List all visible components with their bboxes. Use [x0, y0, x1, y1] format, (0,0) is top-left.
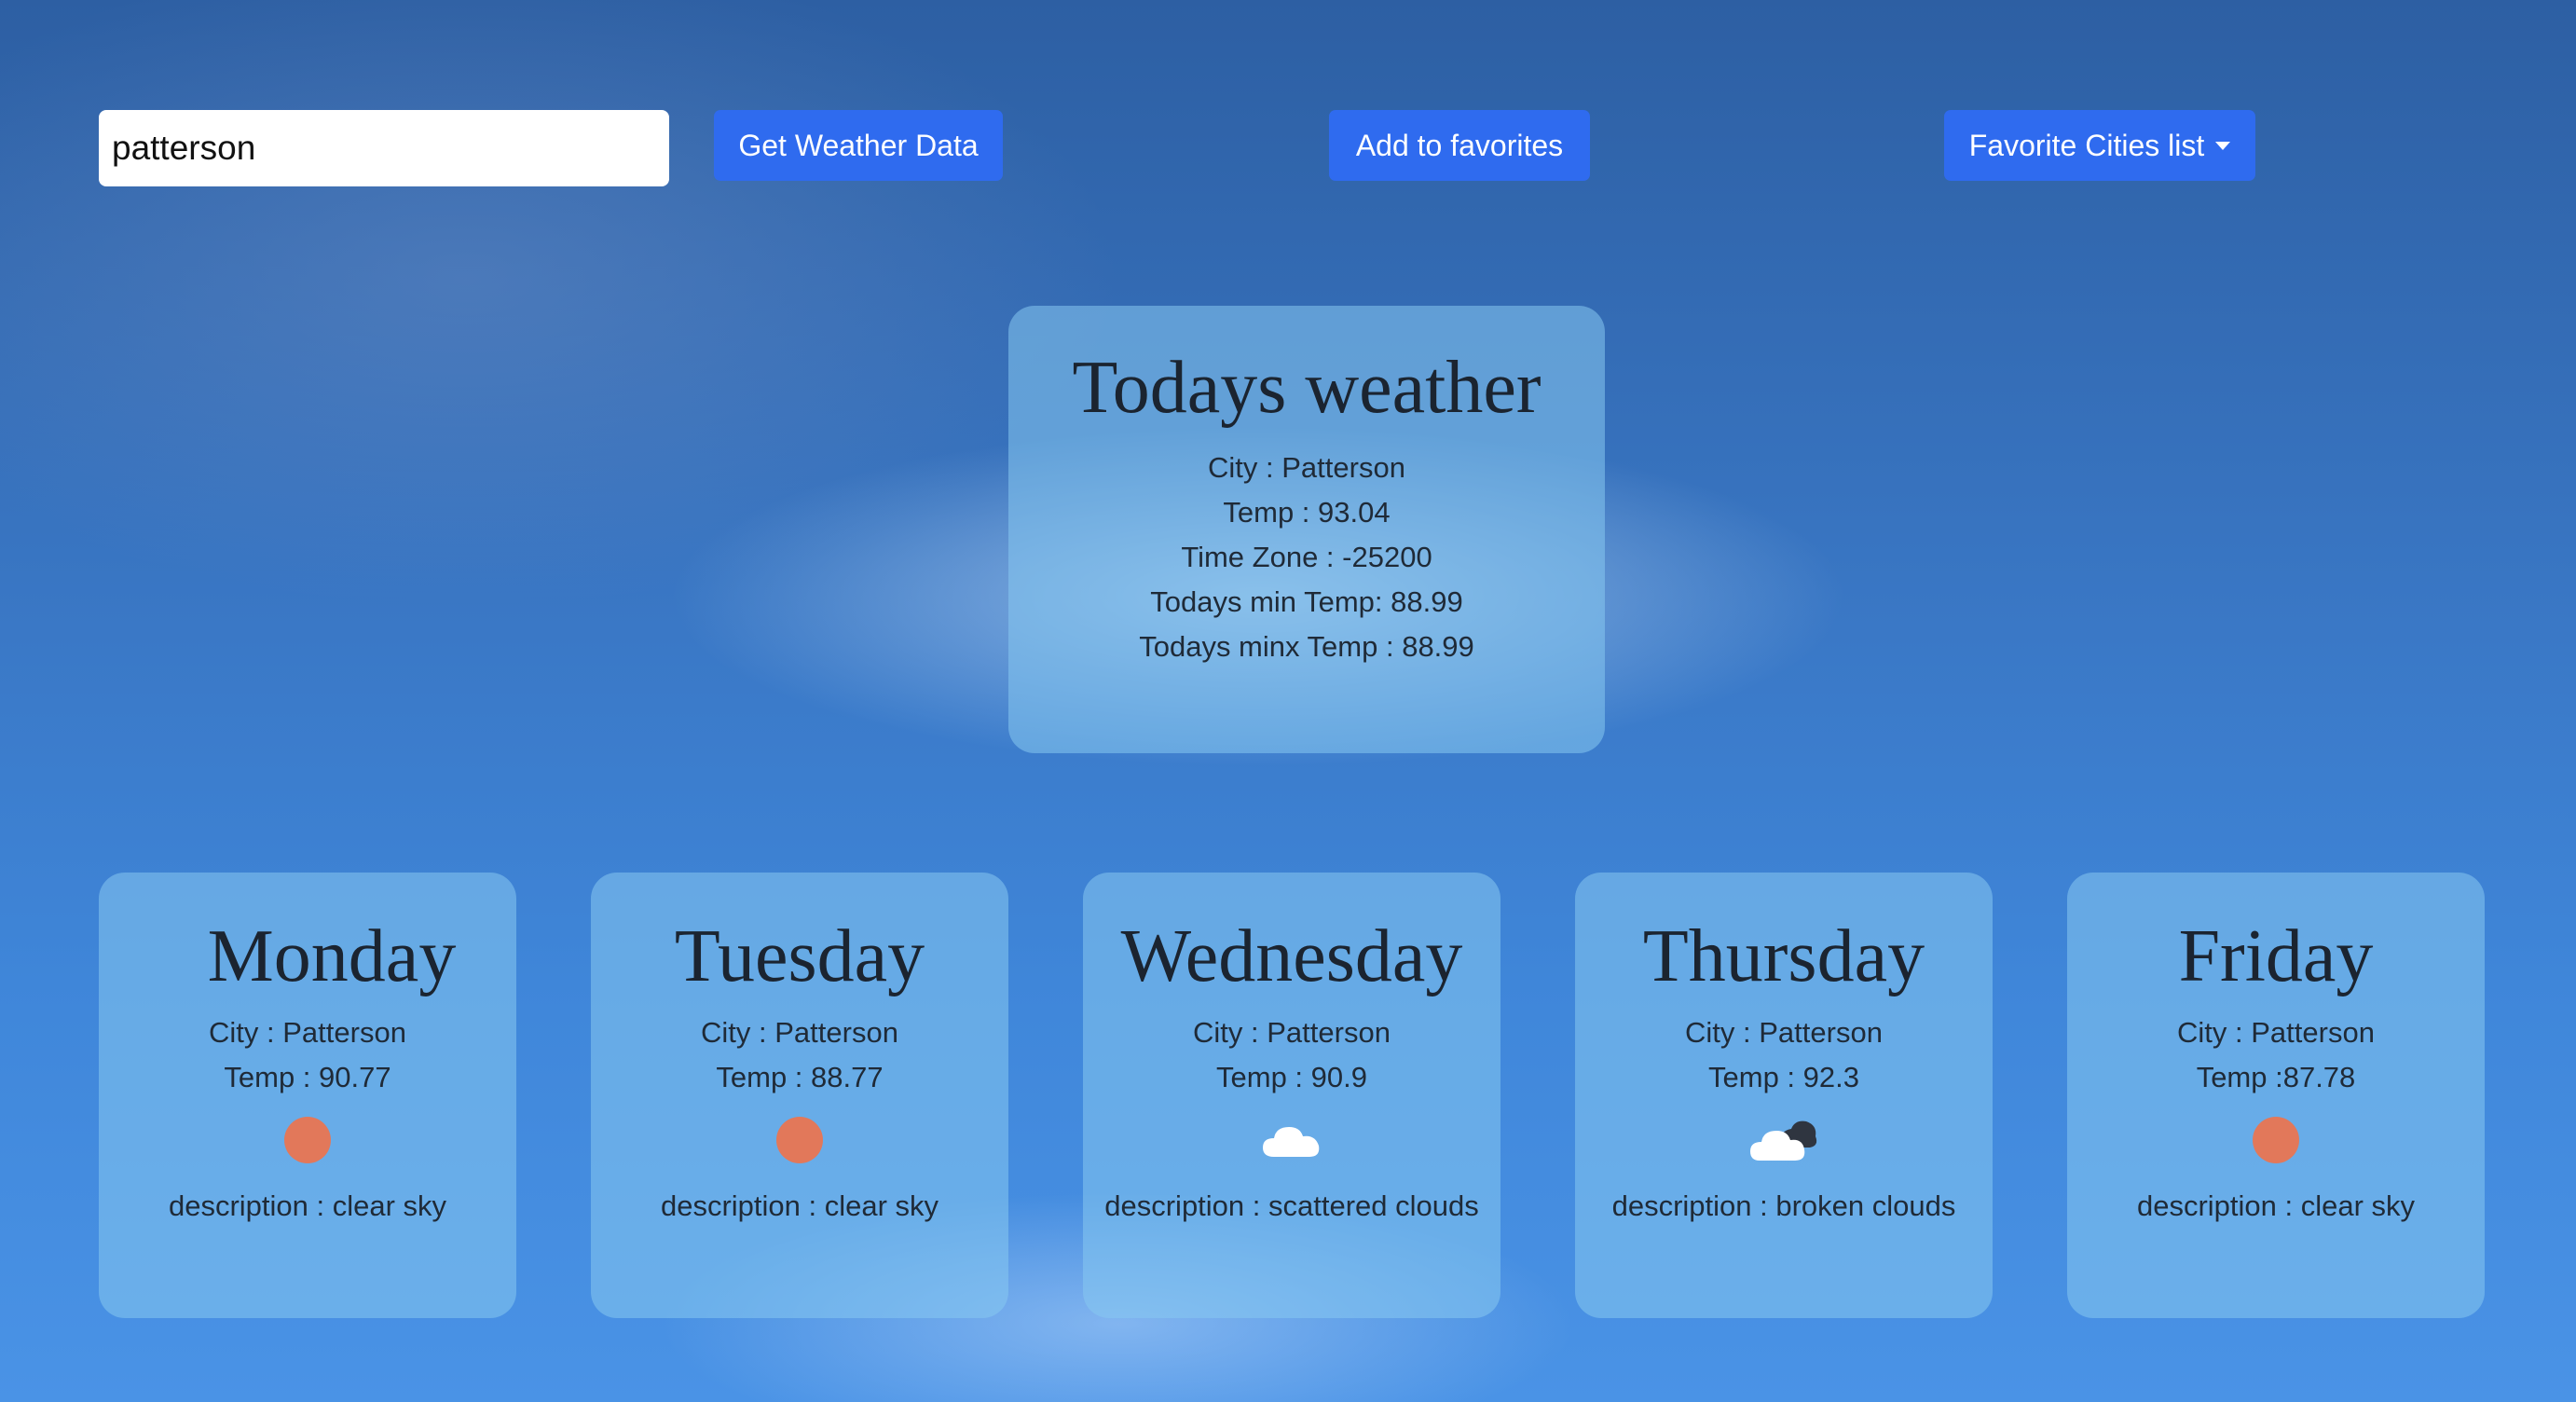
forecast-city: City : Patterson: [209, 1016, 406, 1049]
forecast-card-tuesday: Tuesday City : Patterson Temp : 88.77 de…: [591, 873, 1008, 1318]
forecast-day: Friday: [2178, 915, 2374, 997]
forecast-city: City : Patterson: [1193, 1016, 1391, 1049]
forecast-description: description : broken clouds: [1611, 1189, 1956, 1222]
add-to-favorites-button[interactable]: Add to favorites: [1329, 110, 1590, 181]
city-search-input[interactable]: [99, 110, 669, 186]
forecast-description: description : scattered clouds: [1104, 1189, 1479, 1222]
get-weather-button[interactable]: Get Weather Data: [714, 110, 1003, 181]
broken-clouds-icon: [1750, 1120, 1817, 1161]
forecast-city: City : Patterson: [1685, 1016, 1883, 1049]
forecast-day: Thursday: [1642, 915, 1925, 997]
today-weather-card: Todays weather City : Patterson Temp : 9…: [1008, 306, 1605, 753]
sun-icon: [776, 1117, 823, 1163]
cloud-icon: [1263, 1127, 1320, 1157]
today-temp: Temp : 93.04: [1223, 496, 1391, 529]
sun-icon: [2253, 1117, 2299, 1163]
forecast-day: Tuesday: [674, 915, 925, 997]
sun-icon: [284, 1117, 331, 1163]
today-title: Todays weather: [1072, 347, 1541, 429]
forecast-card-wednesday: Wednesday City : Patterson Temp : 90.9 d…: [1083, 873, 1500, 1318]
forecast-description: description : clear sky: [168, 1189, 447, 1222]
today-city: City : Patterson: [1208, 451, 1405, 484]
forecast-city: City : Patterson: [701, 1016, 898, 1049]
caret-down-icon: [2215, 141, 2231, 150]
forecast-card-thursday: Thursday City : Patterson Temp : 92.3 de…: [1575, 873, 1993, 1318]
forecast-day: Wednesday: [1120, 915, 1463, 997]
favorite-cities-label: Favorite Cities list: [1968, 128, 2205, 162]
today-timezone: Time Zone : -25200: [1181, 541, 1432, 573]
forecast-temp: Temp : 88.77: [716, 1061, 884, 1093]
forecast-temp: Temp :87.78: [2196, 1061, 2356, 1093]
today-max-temp: Todays minx Temp : 88.99: [1139, 630, 1474, 663]
forecast-card-friday: Friday City : Patterson Temp :87.78 desc…: [2067, 873, 2485, 1318]
forecast-city: City : Patterson: [2177, 1016, 2375, 1049]
forecast-temp: Temp : 90.9: [1216, 1061, 1367, 1093]
today-min-temp: Todays min Temp: 88.99: [1150, 585, 1463, 618]
favorite-cities-dropdown[interactable]: Favorite Cities list: [1944, 110, 2255, 181]
forecast-temp: Temp : 90.77: [224, 1061, 391, 1093]
forecast-description: description : clear sky: [660, 1189, 939, 1222]
forecast-temp: Temp : 92.3: [1708, 1061, 1859, 1093]
forecast-card-monday: Monday City : Patterson Temp : 90.77 des…: [99, 873, 516, 1318]
forecast-day: Monday: [207, 915, 457, 997]
forecast-description: description : clear sky: [2136, 1189, 2416, 1222]
